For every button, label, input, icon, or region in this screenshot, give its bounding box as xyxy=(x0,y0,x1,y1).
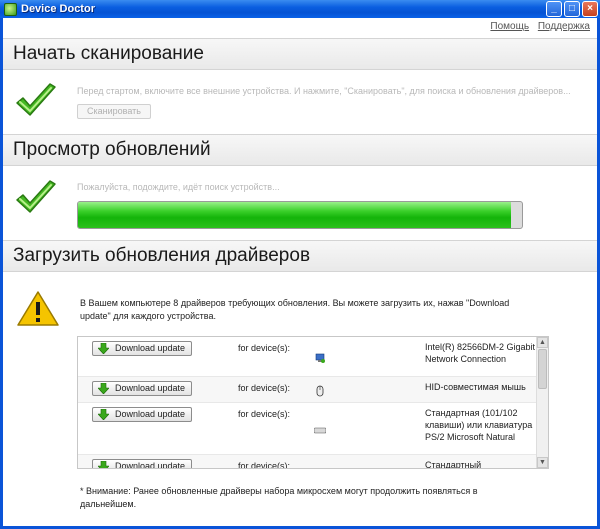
warning-icon xyxy=(17,291,59,326)
download-arrow-icon xyxy=(98,383,109,394)
device-row: Download update for device(s): Стандартная… xyxy=(78,403,538,455)
download-update-label: Download update xyxy=(115,343,186,353)
download-arrow-icon xyxy=(98,461,109,468)
download-update-button[interactable]: Download update xyxy=(92,341,192,356)
download-arrow-icon xyxy=(98,343,109,354)
window-title: Device Doctor xyxy=(21,3,95,15)
download-update-button[interactable]: Download update xyxy=(92,381,192,396)
download-update-button[interactable]: Download update xyxy=(92,459,192,469)
review-section-header: Просмотр обновлений xyxy=(3,134,597,166)
download-update-label: Download update xyxy=(115,409,186,419)
download-update-label: Download update xyxy=(115,461,186,469)
download-update-button[interactable]: Download update xyxy=(92,407,192,422)
network-icon xyxy=(314,351,326,363)
window-frame-left xyxy=(0,18,3,529)
minimize-button[interactable]: _ xyxy=(546,1,562,17)
maximize-button[interactable]: □ xyxy=(564,1,580,17)
scroll-down-icon[interactable]: ▼ xyxy=(537,457,548,468)
close-button[interactable]: × xyxy=(582,1,598,17)
progress-bar xyxy=(77,201,523,229)
device-name: Стандартный xyxy=(425,460,482,469)
drivers-info-text: В Вашем компьютере 8 драйверов требующих… xyxy=(80,298,510,321)
title-bar: Device Doctor _ □ × xyxy=(0,0,600,18)
device-row: Download update for device(s): Стандартный xyxy=(78,455,538,469)
for-device-label: for device(s): xyxy=(238,409,291,419)
download-arrow-icon xyxy=(98,409,109,420)
device-name: Стандартная (101/102 клавиши) или клавиа… xyxy=(425,408,533,442)
top-links: Помощь Поддержка xyxy=(484,21,590,32)
search-status-text: Пожалуйста, подождите, идёт поиск устрой… xyxy=(77,182,280,192)
device-list-scrollbar[interactable]: ▲ ▼ xyxy=(536,337,548,468)
for-device-label: for device(s): xyxy=(238,343,291,353)
mouse-icon xyxy=(314,384,326,397)
footnote-text: * Внимание: Ранее обновленные драйверы н… xyxy=(80,486,478,509)
device-row: Download update for device(s): HID-совмест… xyxy=(78,377,538,403)
scan-section-header: Начать сканирование xyxy=(3,38,597,70)
device-name: HID-совместимая мышь xyxy=(425,382,526,392)
download-section-header: Загрузить обновления драйверов xyxy=(3,240,597,272)
scan-description: Перед стартом, включите все внешние устр… xyxy=(77,86,571,96)
support-link[interactable]: Поддержка xyxy=(538,21,590,32)
scroll-up-icon[interactable]: ▲ xyxy=(537,337,548,348)
scroll-thumb[interactable] xyxy=(538,349,547,389)
device-name: Intel(R) 82566DM-2 Gigabit Network Conne… xyxy=(425,342,536,364)
for-device-label: for device(s): xyxy=(238,461,291,469)
device-list[interactable]: Download update for device(s): Intel(R) 82… xyxy=(77,336,549,469)
checkmark-icon xyxy=(16,180,56,213)
checkmark-icon xyxy=(16,83,56,116)
download-update-label: Download update xyxy=(115,383,186,393)
device-row: Download update for device(s): Intel(R) 82… xyxy=(78,337,538,377)
scan-button[interactable]: Сканировать xyxy=(77,104,151,119)
app-icon xyxy=(4,2,17,16)
for-device-label: for device(s): xyxy=(238,383,291,393)
keyboard-icon xyxy=(313,423,327,435)
progress-fill xyxy=(78,202,511,228)
help-link[interactable]: Помощь xyxy=(490,21,529,32)
